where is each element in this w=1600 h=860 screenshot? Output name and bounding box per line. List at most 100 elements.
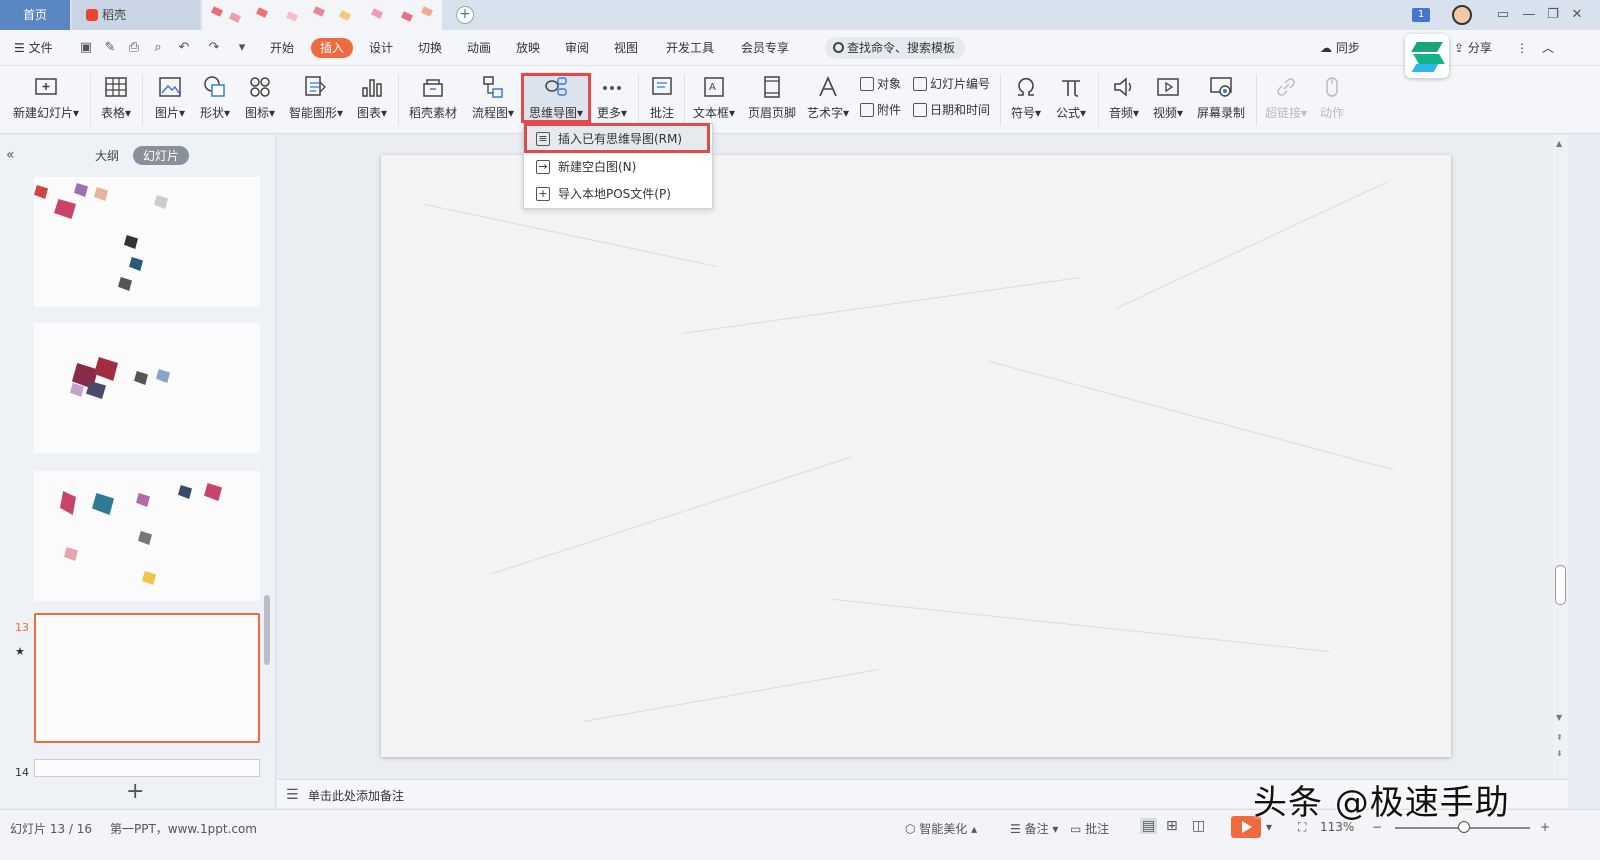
table-button[interactable]: 表格▾ (96, 72, 136, 130)
menu-review[interactable]: 审阅 (565, 38, 589, 58)
slide-thumbnail[interactable] (34, 759, 260, 777)
mindmap-button[interactable]: 思维导图▾ (524, 72, 588, 130)
thumbnail-art (136, 493, 150, 507)
editor-scrollbar[interactable]: ▲ ▼ ⇞ ⇟ (1553, 135, 1568, 778)
menu-design[interactable]: 设计 (369, 38, 393, 58)
print-preview-icon[interactable]: ⌕ (150, 40, 166, 56)
screen-record-button[interactable]: 屏幕录制 (1193, 72, 1249, 130)
formula-button[interactable]: 公式▾ (1052, 72, 1090, 130)
more-options-icon[interactable]: ⋮ (1516, 38, 1528, 58)
slide-number-button[interactable]: 幻灯片编号 (913, 74, 990, 94)
slide-canvas[interactable] (381, 155, 1451, 757)
action-button[interactable]: 动作 (1314, 72, 1350, 130)
watermark: 头条 @极速手助 (1253, 783, 1510, 823)
datetime-button[interactable]: 日期和时间 (913, 100, 990, 120)
audio-button[interactable]: 音频▾ (1104, 72, 1144, 130)
menu-slideshow[interactable]: 放映 (516, 38, 540, 58)
video-label: 视频 (1152, 106, 1177, 120)
shape-button[interactable]: 形状▾ (195, 72, 235, 130)
avatar[interactable] (1452, 5, 1472, 25)
slide-thumbnail[interactable] (34, 323, 260, 453)
save-icon[interactable]: ▣ (78, 40, 94, 56)
collapse-ribbon-icon[interactable]: ︿ (1542, 38, 1554, 58)
scroll-up-icon[interactable]: ▲ (1556, 139, 1562, 148)
tab-daoke[interactable]: 稻壳 (72, 0, 200, 30)
chart-button[interactable]: 图表▾ (352, 72, 392, 130)
comments-toggle[interactable]: ▭ 批注 (1070, 820, 1109, 837)
tab-home[interactable]: 首页 (0, 0, 70, 30)
format-painter-icon[interactable]: ✎ (102, 40, 118, 56)
close-icon[interactable]: ✕ (1566, 4, 1588, 26)
share-button[interactable]: ⇪ 分享 (1454, 38, 1492, 58)
slide-thumbnail[interactable] (34, 177, 260, 307)
symbol-button[interactable]: 符号▾ (1007, 72, 1045, 130)
tab-outline[interactable]: 大纲 (95, 147, 119, 164)
zoom-in-icon[interactable]: + (1540, 820, 1550, 834)
comment-button[interactable]: 批注 (645, 72, 679, 130)
wordart-button[interactable]: 艺术字▾ (804, 72, 852, 130)
attachment-button[interactable]: 附件 (860, 100, 901, 120)
table-label: 表格 (100, 106, 125, 120)
redo-icon[interactable]: ↷ (206, 40, 222, 56)
insert-existing-label: 插入已有思维导图(RM) (558, 132, 683, 146)
scroll-down-icon[interactable]: ▼ (1556, 713, 1562, 722)
scrollbar-thumb[interactable] (1555, 565, 1566, 605)
menu-view[interactable]: 视图 (614, 38, 638, 58)
reading-view-icon[interactable]: ◫ (1192, 818, 1205, 834)
more-icon (603, 86, 621, 90)
hyperlink-button[interactable]: 超链接▾ (1262, 72, 1310, 130)
collapse-panel-icon[interactable]: « (6, 147, 15, 163)
object-button[interactable]: 对象 (860, 74, 901, 94)
command-search[interactable]: 查找命令、搜索模板 (825, 37, 965, 59)
menu-member[interactable]: 会员专享 (741, 38, 789, 58)
daoke-material-button[interactable]: 稻壳素材 (405, 72, 461, 130)
skin-icon[interactable]: ▭ (1492, 4, 1514, 26)
tab-slides[interactable]: 幻灯片 (133, 146, 190, 165)
print-icon[interactable]: ⎙ (126, 40, 142, 56)
picture-button[interactable]: 图片▾ (150, 72, 190, 130)
menu-animation[interactable]: 动画 (467, 38, 491, 58)
customize-icon[interactable]: ▾ (234, 40, 250, 56)
smartart-button[interactable]: 智能图形▾ (285, 72, 347, 130)
thumbnail-art (134, 371, 148, 385)
video-button[interactable]: 视频▾ (1148, 72, 1188, 130)
ribbon-insert: 新建幻灯片▾ 表格▾ 图片▾ 形状▾ 图标▾ 智能图形▾ 图表▾ 稻壳素材 流程… (0, 66, 1600, 134)
import-pos-item[interactable]: + 导入本地POS文件(P) (528, 181, 710, 207)
more-button[interactable]: 更多▾ (592, 72, 632, 130)
sorter-view-icon[interactable]: ⊞ (1166, 818, 1178, 834)
new-blank-mindmap-item[interactable]: → 新建空白图(N) (528, 154, 710, 180)
theme-name[interactable]: 第一PPT，www.1ppt.com (110, 820, 257, 837)
new-tab-button[interactable]: + (456, 6, 474, 24)
slide-thumbnail-selected[interactable] (34, 613, 260, 743)
prev-slide-icon[interactable]: ⇞ (1556, 733, 1563, 742)
slide-thumbnail[interactable] (34, 471, 260, 601)
menu-developer[interactable]: 开发工具 (666, 38, 714, 58)
next-slide-icon[interactable]: ⇟ (1556, 749, 1563, 758)
menu-start[interactable]: 开始 (270, 38, 294, 58)
add-slide-button[interactable]: + (126, 779, 144, 804)
thumbnail-art (74, 183, 88, 197)
icons-button[interactable]: 图标▾ (240, 72, 280, 130)
header-footer-button[interactable]: 页眉页脚 (745, 72, 799, 130)
file-menu[interactable]: ☰ 文件 (14, 38, 53, 58)
sync-button[interactable]: ☁ 同步 (1320, 38, 1360, 58)
menu-insert[interactable]: 插入 (311, 38, 354, 58)
normal-view-icon[interactable]: ▤ (1140, 818, 1158, 834)
panel-scrollbar[interactable] (264, 595, 270, 665)
bottom-strip (0, 843, 1600, 860)
minimize-icon[interactable]: — (1518, 4, 1540, 26)
new-slide-label: 新建幻灯片 (12, 106, 73, 120)
slide-number-label: 幻灯片编号 (930, 77, 991, 91)
notification-badge[interactable]: 1 (1412, 8, 1430, 22)
new-slide-button[interactable]: 新建幻灯片▾ (8, 72, 84, 130)
svg-text:A: A (709, 82, 716, 93)
notes-toggle[interactable]: ☰ 备注 ▾ (1010, 820, 1058, 837)
textbox-button[interactable]: A 文本框▾ (690, 72, 738, 130)
menu-transition[interactable]: 切换 (418, 38, 442, 58)
tab-document[interactable] (202, 0, 442, 30)
flowchart-button[interactable]: 流程图▾ (468, 72, 518, 130)
restore-icon[interactable]: ❐ (1542, 4, 1564, 26)
undo-icon[interactable]: ↶ (176, 40, 192, 56)
beautify-button[interactable]: ⬡ 智能美化 ▴ (905, 820, 977, 837)
insert-existing-mindmap-item[interactable]: ≡ 插入已有思维导图(RM) (528, 126, 710, 152)
